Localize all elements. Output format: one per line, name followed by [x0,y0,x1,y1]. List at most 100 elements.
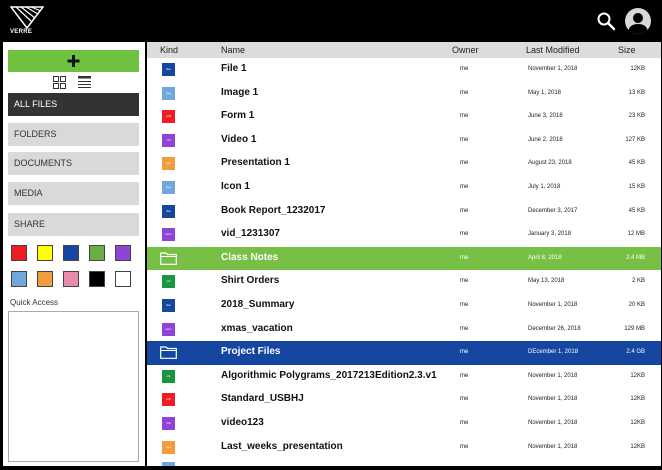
file-name[interactable]: Presentation 1 [221,157,290,168]
swatch-purple[interactable] [115,245,131,261]
pdf-file-icon: pdf [162,393,175,407]
file-owner: me [460,89,469,96]
swatch-green[interactable] [89,245,105,261]
file-owner: me [460,349,469,356]
file-name[interactable]: Icon 1 [221,181,250,192]
folder-icon [160,346,177,360]
file-owner: me [460,207,469,214]
file-size: 2.4 MB [625,254,645,261]
file-row[interactable]: vid video123 me November 1, 2018 12KB [147,412,661,436]
file-size: 12KB [630,420,645,426]
img-file-icon: img [162,86,175,100]
folder-row[interactable]: Project Files me DEcember 1, 2018 2.4 GB [147,341,661,365]
file-row[interactable]: wmv xmas_vacation me December 26, 2018 129 M… [147,318,661,342]
quick-access-panel[interactable] [8,311,139,462]
file-size: 15 KB [628,184,645,190]
file-owner: me [460,372,469,379]
swatch-white[interactable] [115,271,131,287]
file-name[interactable]: vid_1231307 [221,228,280,239]
file-row[interactable]: pdf Form 1 me June 3, 2018 23 KB [147,105,661,129]
file-row[interactable]: ppt Presentation 1 me August 23, 2018 45 KB [147,152,661,176]
table-header: Kind Name Owner Last Modified Size [147,42,661,58]
file-size: 12KB [630,396,645,403]
file-last-modified: November 1, 2018 [528,396,578,403]
file-name[interactable]: Video 1 [221,134,256,145]
file-name[interactable]: Book Report_1232017 [221,205,326,216]
file-last-modified: November 1, 2018 [528,372,578,379]
user-icon[interactable] [625,8,651,34]
file-row[interactable]: xls Algorithmic Polygrams_2017213Edition2… [147,365,661,389]
file-owner: me [460,420,469,426]
file-name[interactable]: Shirt Orders [221,275,279,286]
file-name[interactable]: Standard_USBHJ [221,393,304,404]
file-owner: me [460,136,469,143]
list-view-icon[interactable] [78,76,91,89]
nav-all-files[interactable]: ALL FILES [8,93,139,116]
new-file-button[interactable] [8,50,139,72]
swatch-pink[interactable] [63,271,79,287]
file-name[interactable]: Last_weeks_presentation [221,441,343,452]
column-owner[interactable]: Owner [452,45,479,55]
file-row[interactable]: doc 2018_Summary me November 1, 2018 20 KB [147,294,661,318]
swatch-light-blue[interactable] [11,271,27,287]
file-row[interactable]: xls Shirt Orders me May 13, 2018 2 KB [147,270,661,294]
file-row[interactable]: doc File 1 me November 1, 2018 12KB [147,58,661,82]
file-size: 2 KB [631,278,645,285]
file-last-modified: November 1, 2018 [528,66,578,72]
file-row[interactable]: wmv vid_1231307 me January 3, 2018 12 MB [147,223,661,247]
file-row[interactable]: ppt Last_weeks_presentation me November 1, … [147,436,661,460]
swatch-yellow[interactable] [37,245,53,261]
file-size: 129 MB [624,325,645,332]
file-name[interactable]: Class Notes [221,252,278,263]
swatch-blue[interactable] [63,245,79,261]
file-last-modified: July 1, 2018 [528,184,561,190]
column-name[interactable]: Name [221,45,245,55]
file-owner: me [460,254,469,261]
folder-row[interactable]: Class Notes me April 8, 2018 2.4 MB [147,246,661,271]
column-size[interactable]: Size [618,45,636,55]
file-owner: me [460,396,469,403]
search-icon[interactable] [596,11,616,31]
file-row[interactable]: doc Book Report_1232017 me December 3, 2017… [147,200,661,224]
grid-view-icon[interactable] [53,76,66,89]
nav-folders[interactable]: FOLDERS [8,123,139,146]
file-name[interactable]: Algorithmic Polygrams_2017213Edition2.3.… [221,370,437,381]
file-size: 45 KB [628,207,645,214]
column-last-modified[interactable]: Last Modified [526,45,580,55]
swatch-orange[interactable] [37,271,53,287]
file-name[interactable]: Project Files [221,346,280,357]
file-last-modified: June 2, 2018 [528,136,563,143]
file-name[interactable]: Form 1 [221,110,254,121]
nav-share[interactable]: SHARE [8,213,139,236]
file-last-modified: November 1, 2018 [528,302,578,308]
file-row[interactable]: img Image 1 me May 1, 2018 13 KB [147,82,661,106]
file-last-modified: DEcember 1, 2018 [528,349,579,356]
file-owner: me [460,443,469,450]
file-name[interactable]: File 1 [221,63,247,74]
file-owner: me [460,113,469,120]
doc-file-icon: doc [162,63,175,76]
swatch-black[interactable] [89,271,105,287]
file-size: 45 KB [628,160,645,167]
file-row[interactable]: img Icon 1 me July 1, 2018 15 KB [147,176,661,200]
file-last-modified: May 1, 2018 [528,89,562,96]
file-size: 13 KB [628,89,645,96]
file-name[interactable]: xmas_vacation [221,323,293,334]
file-row[interactable]: vid Video 1 me June 2, 2018 127 KB [147,129,661,153]
file-size: 20 KB [628,302,645,308]
file-size: 127 KB [625,136,645,143]
vid-file-icon: vid [162,417,175,430]
file-name[interactable]: 2018_Summary [221,299,294,310]
file-owner: me [460,302,469,308]
file-owner: me [460,231,469,238]
swatch-red[interactable] [11,245,27,261]
nav-media[interactable]: MEDIA [8,182,139,205]
column-kind[interactable]: Kind [160,45,178,55]
file-name[interactable]: video123 [221,417,264,428]
top-bar: VERRE [0,0,662,42]
doc-file-icon: doc [162,299,175,312]
nav-documents[interactable]: DOCUMENTS [8,152,139,175]
file-row[interactable]: pdf Standard_USBHJ me November 1, 2018 12KB [147,388,661,412]
file-last-modified: June 3, 2018 [528,113,563,120]
file-name[interactable]: Image 1 [221,87,258,98]
